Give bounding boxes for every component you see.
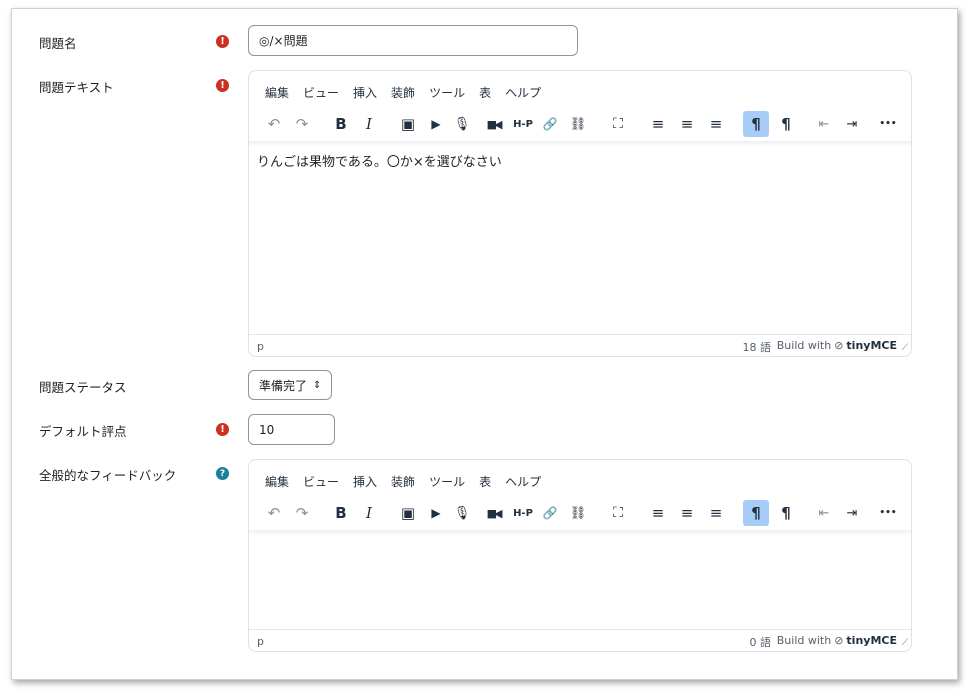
toolbar-divider: [249, 141, 911, 147]
default-grade-input[interactable]: 10: [248, 414, 335, 445]
outdent-icon[interactable]: ⇤: [811, 111, 837, 137]
select-arrow-icon: ⇕: [313, 379, 322, 391]
h5p-icon[interactable]: H-P: [510, 111, 536, 137]
video-icon[interactable]: ■◀: [480, 500, 506, 526]
help-icon[interactable]: ?: [216, 467, 229, 480]
question-status-label: 問題ステータス: [39, 380, 127, 395]
toolbar-divider: [249, 530, 911, 536]
element-path[interactable]: p: [257, 340, 264, 353]
media-icon[interactable]: ▶: [423, 500, 449, 526]
image-icon[interactable]: ▣: [395, 500, 421, 526]
ltr-icon[interactable]: ¶: [743, 500, 769, 526]
menu-edit[interactable]: 編集: [265, 473, 289, 490]
question-text-label: 問題テキスト: [39, 80, 114, 95]
resize-handle-icon[interactable]: ⟋: [902, 343, 908, 353]
menu-insert[interactable]: 挿入: [353, 473, 377, 490]
redo-icon[interactable]: ↷: [289, 500, 315, 526]
menu-help[interactable]: ヘルプ: [505, 84, 541, 101]
h5p-icon[interactable]: H-P: [510, 500, 536, 526]
general-feedback-label: 全般的なフィードバック: [39, 468, 177, 483]
menu-table[interactable]: 表: [479, 84, 491, 101]
general-feedback-editor: 編集 ビュー 挿入 装飾 ツール 表 ヘルプ ↶ ↷ B I ▣ ▶ 🎙 ■◀ …: [248, 459, 912, 652]
menu-format[interactable]: 装飾: [391, 473, 415, 490]
media-icon[interactable]: ▶: [423, 111, 449, 137]
status-selected: 準備完了: [259, 378, 308, 393]
required-icon: !: [216, 35, 229, 48]
menu-tools[interactable]: ツール: [429, 84, 465, 101]
align-left-icon[interactable]: ≡: [645, 500, 671, 526]
element-path[interactable]: p: [257, 635, 264, 648]
editor-toolbar: ↶ ↷ B I ▣ ▶ 🎙 ■◀ H-P 🔗 ⛓ ⛶ ≡ ≡ ≡ ¶ ¶ ⇤ ⇥…: [261, 500, 901, 526]
question-status-select[interactable]: 準備完了 ⇕: [248, 370, 333, 400]
align-right-icon[interactable]: ≡: [703, 500, 729, 526]
word-count: 18 語: [742, 341, 772, 354]
editor-statusbar: p 0 語 Build with ⊘ tinyMCE ⟋: [249, 629, 911, 651]
microphone-icon[interactable]: 🎙: [449, 500, 475, 526]
editor-toolbar: ↶ ↷ B I ▣ ▶ 🎙 ■◀ H-P 🔗 ⛓ ⛶ ≡ ≡ ≡ ¶ ¶ ⇤ ⇥…: [261, 111, 901, 137]
menu-view[interactable]: ビュー: [303, 84, 339, 101]
align-right-icon[interactable]: ≡: [703, 111, 729, 137]
align-left-icon[interactable]: ≡: [645, 111, 671, 137]
tinymce-branding[interactable]: Build with ⊘ tinyMCE: [777, 634, 897, 647]
question-text-content[interactable]: りんごは果物である。〇か×を選びなさい: [257, 151, 502, 170]
italic-icon[interactable]: I: [356, 111, 382, 137]
menu-edit[interactable]: 編集: [265, 84, 289, 101]
tinymce-logo-icon: ⊘: [834, 339, 844, 352]
undo-icon[interactable]: ↶: [261, 500, 287, 526]
more-icon[interactable]: •••: [875, 111, 901, 137]
build-with-text: Build with: [776, 634, 832, 647]
question-text-editor: 編集 ビュー 挿入 装飾 ツール 表 ヘルプ ↶ ↷ B I ▣ ▶ 🎙 ■◀ …: [248, 70, 912, 357]
tinymce-brand: tinyMCE: [846, 339, 897, 352]
ltr-icon[interactable]: ¶: [743, 111, 769, 137]
build-with-text: Build with: [776, 339, 832, 352]
unlink-icon[interactable]: ⛓: [565, 500, 591, 526]
italic-icon[interactable]: I: [356, 500, 382, 526]
editor-menubar: 編集 ビュー 挿入 装飾 ツール 表 ヘルプ: [265, 473, 555, 490]
redo-icon[interactable]: ↷: [289, 111, 315, 137]
required-icon: !: [216, 79, 229, 92]
align-center-icon[interactable]: ≡: [674, 111, 700, 137]
tinymce-logo-icon: ⊘: [834, 634, 844, 647]
image-icon[interactable]: ▣: [395, 111, 421, 137]
indent-icon[interactable]: ⇥: [839, 500, 865, 526]
microphone-icon[interactable]: 🎙: [449, 111, 475, 137]
menu-view[interactable]: ビュー: [303, 473, 339, 490]
rtl-icon[interactable]: ¶: [773, 500, 799, 526]
undo-icon[interactable]: ↶: [261, 111, 287, 137]
editor-statusbar: p 18 語 Build with ⊘ tinyMCE ⟋: [249, 334, 911, 356]
bold-icon[interactable]: B: [328, 500, 354, 526]
link-icon[interactable]: 🔗: [537, 500, 563, 526]
bold-icon[interactable]: B: [328, 111, 354, 137]
fullscreen-icon[interactable]: ⛶: [605, 500, 631, 526]
word-count: 0 語: [749, 636, 772, 649]
editor-menubar: 編集 ビュー 挿入 装飾 ツール 表 ヘルプ: [265, 84, 555, 101]
menu-table[interactable]: 表: [479, 473, 491, 490]
align-center-icon[interactable]: ≡: [674, 500, 700, 526]
question-name-input[interactable]: ◎/×問題: [248, 25, 578, 56]
default-grade-label: デフォルト評点: [39, 424, 127, 439]
fullscreen-icon[interactable]: ⛶: [605, 111, 631, 137]
outdent-icon[interactable]: ⇤: [811, 500, 837, 526]
menu-format[interactable]: 装飾: [391, 84, 415, 101]
link-icon[interactable]: 🔗: [537, 111, 563, 137]
tinymce-brand: tinyMCE: [846, 634, 897, 647]
tinymce-branding[interactable]: Build with ⊘ tinyMCE: [777, 339, 897, 352]
menu-tools[interactable]: ツール: [429, 473, 465, 490]
indent-icon[interactable]: ⇥: [839, 111, 865, 137]
video-icon[interactable]: ■◀: [480, 111, 506, 137]
resize-handle-icon[interactable]: ⟋: [902, 638, 908, 648]
question-form: 問題名 ! ◎/×問題 問題テキスト ! 編集 ビュー 挿入 装飾 ツール 表 …: [11, 8, 958, 680]
menu-help[interactable]: ヘルプ: [505, 473, 541, 490]
question-name-label: 問題名: [39, 36, 77, 51]
rtl-icon[interactable]: ¶: [773, 111, 799, 137]
more-icon[interactable]: •••: [875, 500, 901, 526]
unlink-icon[interactable]: ⛓: [565, 111, 591, 137]
menu-insert[interactable]: 挿入: [353, 84, 377, 101]
required-icon: !: [216, 423, 229, 436]
